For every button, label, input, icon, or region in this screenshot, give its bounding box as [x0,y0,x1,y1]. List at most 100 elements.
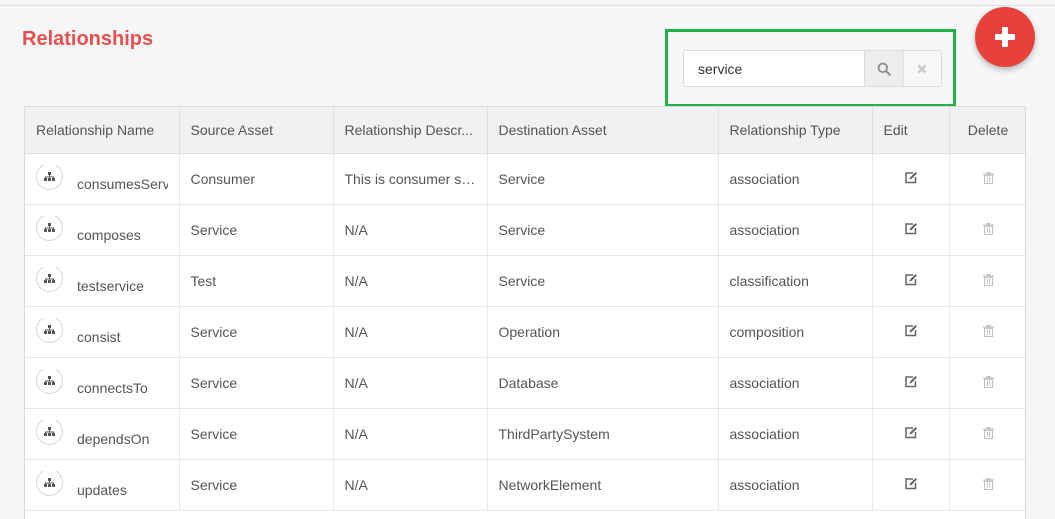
source-asset-cell: Service [179,204,334,256]
edit-icon[interactable] [904,477,918,490]
destination-asset-cell: Operation [487,306,719,358]
page-title: Relationships [22,28,154,50]
relationship-name-cell: connectsTo [25,357,180,409]
table-row[interactable]: consumesService Consumer This is consume… [25,153,1025,205]
search-bar [683,50,942,87]
relationship-name: testservice [77,277,144,294]
close-icon [917,64,927,73]
add-relationship-button[interactable] [975,7,1035,67]
column-header-relationship-type[interactable]: Relationship Type [718,107,873,154]
table-row[interactable]: composes Service N/A Service association [25,204,1025,256]
hierarchy-icon [36,165,63,190]
hierarchy-icon [36,267,63,292]
relationship-description-cell: This is consumer se... [333,153,488,205]
relationship-name-cell: updates [25,459,180,511]
edit-icon[interactable] [904,273,918,286]
edit-icon[interactable] [904,324,918,337]
relationship-description-cell: N/A [333,306,488,358]
relationship-description-cell: N/A [333,255,488,307]
column-header-relationship-name[interactable]: Relationship Name [25,107,180,154]
relationship-type-cell: association [718,357,873,409]
relationship-name: updates [77,481,127,498]
trash-icon[interactable] [982,324,994,337]
trash-icon[interactable] [982,273,994,286]
table-header-row: Relationship Name Source Asset Relations… [25,107,1025,154]
source-asset-cell: Test [179,255,334,307]
hierarchy-icon [36,420,63,445]
trash-icon[interactable] [982,426,994,439]
trash-icon[interactable] [982,477,994,490]
source-asset-cell: Service [179,357,334,409]
relationship-name-cell: dependsOn [25,408,180,460]
delete-cell [949,204,1025,256]
table-row[interactable]: testservice Test N/A Service classificat… [25,255,1025,307]
search-input[interactable] [684,51,864,86]
relationship-type-cell: composition [718,306,873,358]
destination-asset-cell: ThirdPartySystem [487,408,719,460]
source-asset-cell: Service [179,408,334,460]
delete-cell [949,255,1025,307]
delete-cell [949,357,1025,409]
source-asset-cell: Service [179,459,334,511]
column-header-delete: Delete [949,107,1025,154]
edit-icon[interactable] [904,375,918,388]
edit-cell [872,459,950,511]
relationship-name: dependsOn [77,430,150,447]
relationship-type-cell: association [718,204,873,256]
hierarchy-icon [36,369,63,394]
trash-icon[interactable] [982,222,994,235]
hierarchy-icon [36,471,63,496]
delete-cell [949,408,1025,460]
destination-asset-cell: Service [487,255,719,307]
column-header-edit: Edit [872,107,950,154]
relationship-name-cell: composes [25,204,180,256]
trash-icon[interactable] [982,171,994,184]
trash-icon[interactable] [982,375,994,388]
relationship-type-cell: classification [718,255,873,307]
plus-icon [995,27,1015,47]
edit-icon[interactable] [904,426,918,439]
relationship-description-cell: N/A [333,357,488,409]
column-header-source-asset[interactable]: Source Asset [179,107,334,154]
edit-cell [872,255,950,307]
relationship-name-cell: consist [25,306,180,358]
relationship-name: connectsTo [77,379,148,396]
table-row[interactable]: consist Service N/A Operation compositio… [25,306,1025,358]
relationship-name: consist [77,328,121,345]
relationship-name-cell: testservice [25,255,180,307]
edit-cell [872,408,950,460]
relationship-description-cell: N/A [333,408,488,460]
relationship-description-cell: N/A [333,459,488,511]
table-row[interactable]: dependsOn Service N/A ThirdPartySystem a… [25,408,1025,460]
search-button[interactable] [864,51,903,86]
destination-asset-cell: Service [487,204,719,256]
relationship-description-cell: N/A [333,204,488,256]
edit-cell [872,153,950,205]
destination-asset-cell: NetworkElement [487,459,719,511]
column-header-relationship-description[interactable]: Relationship Descr... [333,107,488,154]
table-row[interactable]: connectsTo Service N/A Database associat… [25,357,1025,409]
delete-cell [949,459,1025,511]
relationship-type-cell: association [718,408,873,460]
column-header-destination-asset[interactable]: Destination Asset [487,107,719,154]
destination-asset-cell: Database [487,357,719,409]
delete-cell [949,153,1025,205]
destination-asset-cell: Service [487,153,719,205]
relationship-name: consumesService [77,175,168,192]
relationship-name: composes [77,226,141,243]
table-row[interactable]: updates Service N/A NetworkElement assoc… [25,459,1025,511]
source-asset-cell: Service [179,306,334,358]
hierarchy-icon [36,318,63,343]
edit-cell [872,204,950,256]
edit-icon[interactable] [904,222,918,235]
edit-icon[interactable] [904,171,918,184]
edit-cell [872,357,950,409]
relationship-name-cell: consumesService [25,153,180,205]
relationships-table: Relationship Name Source Asset Relations… [24,106,1026,519]
delete-cell [949,306,1025,358]
hierarchy-icon [36,216,63,241]
search-icon [877,62,891,76]
relationship-type-cell: association [718,459,873,511]
top-divider [0,5,1055,6]
clear-search-button[interactable] [902,51,941,86]
